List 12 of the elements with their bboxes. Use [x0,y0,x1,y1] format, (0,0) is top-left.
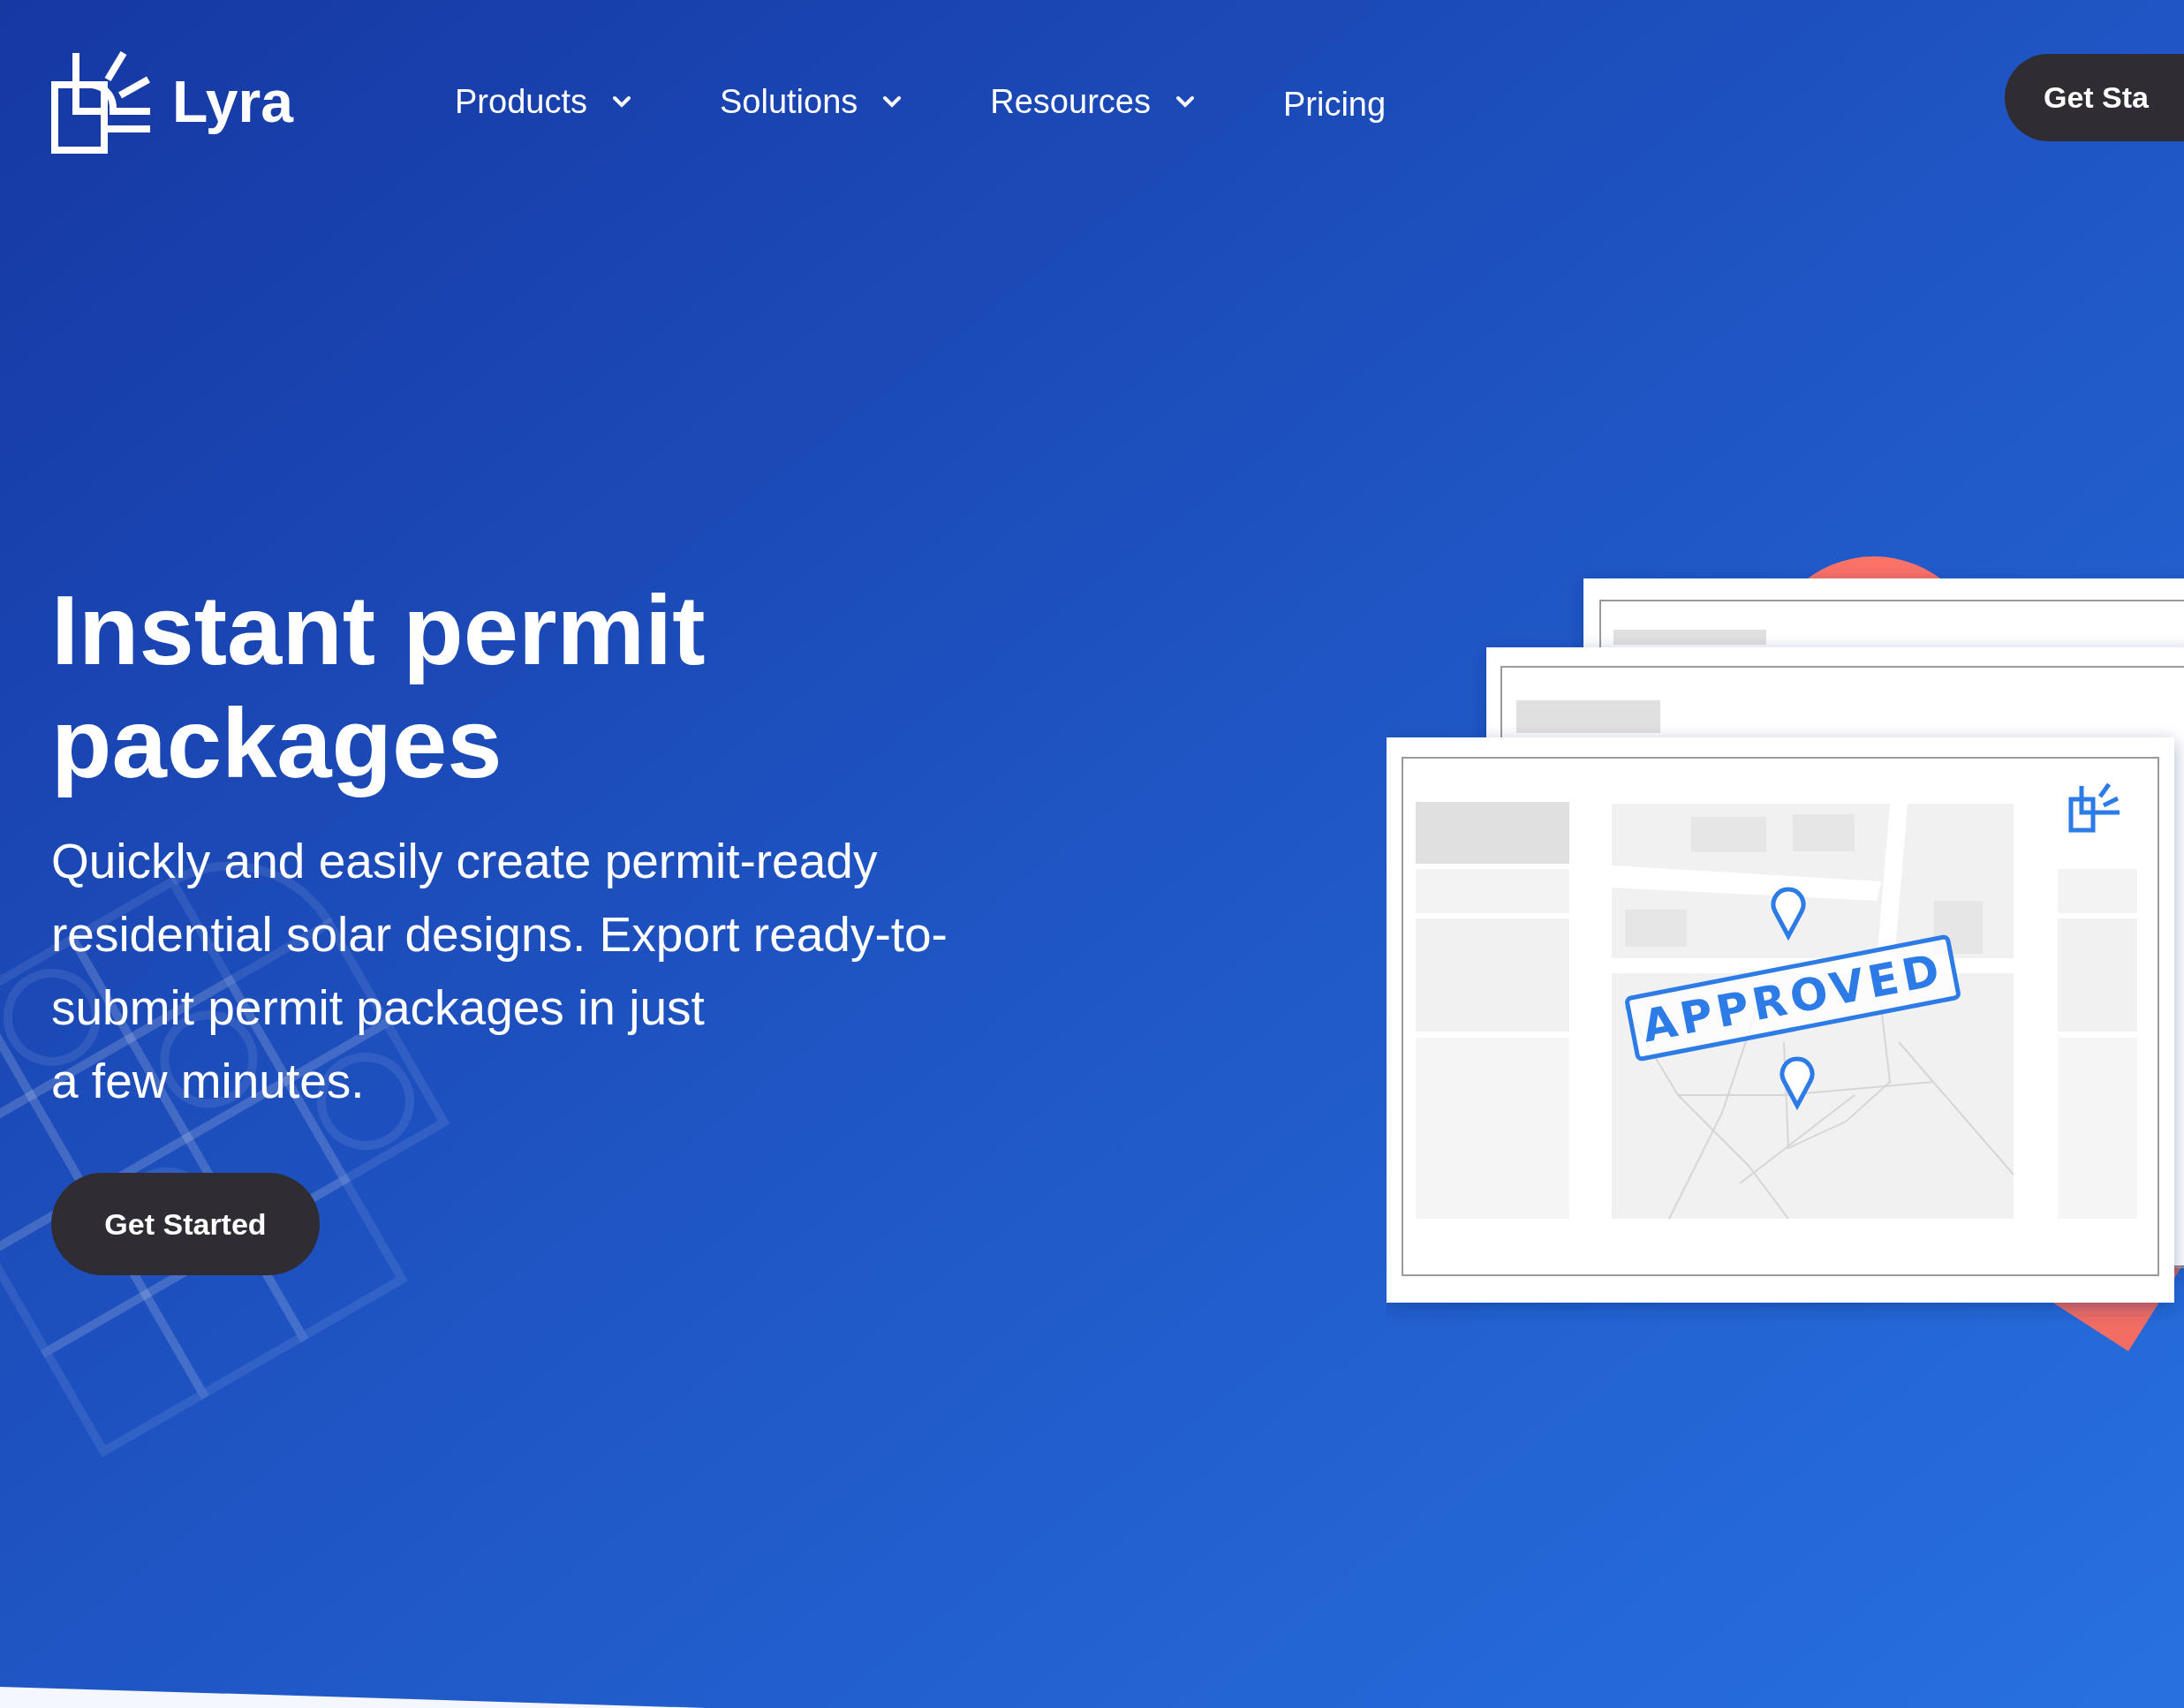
get-started-button[interactable]: Get Started [51,1173,320,1275]
hero-heading: Instant permit packages [51,574,707,800]
hero-description: Quickly and easily create permit-ready residential solar designs. Export ready-to- submit permit packages in just a few minutes. [51,833,948,1110]
nav-link[interactable]: Pricing [1282,79,1387,130]
nav-link[interactable]: Resources [990,76,1195,127]
nav-link[interactable]: Products [455,76,631,127]
map-pin-icon [1771,887,1806,939]
map-pin-icon [1780,1056,1815,1108]
nav-link[interactable]: Solutions [719,76,903,127]
get-started-button[interactable]: Get Sta [2004,53,2184,141]
logo-icon [2068,782,2120,833]
logo-icon [51,49,153,154]
